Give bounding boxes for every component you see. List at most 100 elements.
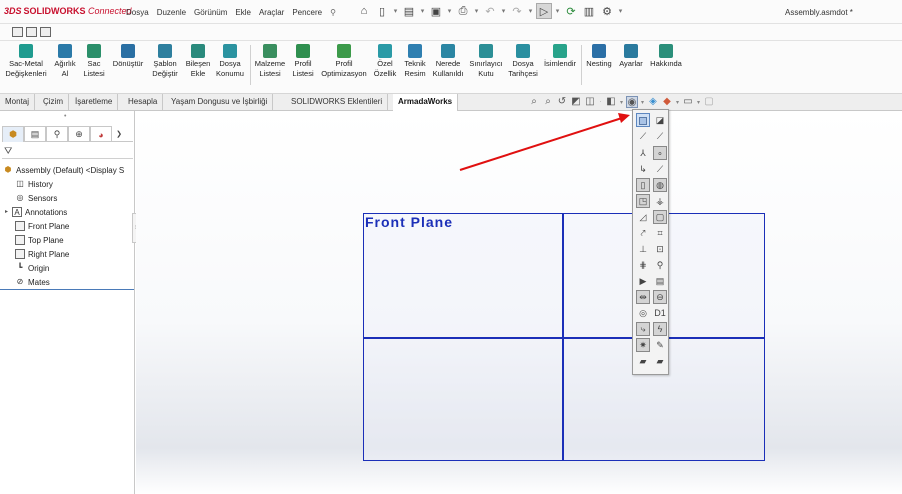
menu-dosya[interactable]: Dosya [126,8,149,17]
view-grid-icon[interactable]: ⊡ [653,242,667,256]
view-sketch-relations-icon[interactable]: ⌗ [653,226,667,240]
view-weld-beads-icon[interactable]: ◎ [636,306,650,320]
options-gear-icon[interactable]: ⚙ [599,3,615,19]
view-origins-icon[interactable]: ⅄ [636,146,650,160]
tab-solidworks-eklentileri[interactable]: SOLIDWORKS Eklentileri [286,94,389,111]
section-view-icon[interactable]: ◩ [570,96,582,108]
view-axes-icon[interactable]: ⟋ [636,129,650,143]
tree-item-mates[interactable]: ⊘ Mates [3,275,134,289]
view-orientation-dropdown-icon[interactable]: ▾ [619,99,624,106]
open-folder-icon[interactable]: ▤ [401,3,417,19]
file-history-button[interactable]: Dosya Tarihçesi [506,44,540,78]
configuration-manager-tab-icon[interactable]: ⚲ [46,126,68,142]
display-manager-tab-icon[interactable]: ◕ [90,126,112,142]
menu-ekle[interactable]: Ekle [235,8,251,17]
view-sketch-dimensions-icon[interactable]: ⤤ [636,226,650,240]
print-icon[interactable]: ⎙ [455,3,471,19]
rename-button[interactable]: İsimlendir [541,44,579,69]
view-folders-icon[interactable]: ▰ [636,354,650,368]
tab-cizim[interactable]: Çizim [38,94,69,111]
home-icon[interactable]: ⌂ [356,3,372,19]
tab-isaretleme[interactable]: İşaretleme [70,94,119,111]
save-icon[interactable]: ▣ [428,3,444,19]
view-settings-icon[interactable]: ▢ [703,96,715,108]
view-coordinate-systems-icon[interactable]: ↳ [636,162,650,176]
menu-pencere[interactable]: Pencere [292,8,322,17]
redo-icon[interactable]: ↷ [509,3,525,19]
tree-item-sensors[interactable]: ◎ Sensors [3,191,134,205]
view-lightning-icon[interactable]: ϟ [653,322,667,336]
zoom-to-fit-icon[interactable]: ⌕ [528,96,540,108]
dimxpert-tab-icon[interactable]: ⊕ [68,126,90,142]
previous-view-icon[interactable]: ↺ [556,96,568,108]
print-dropdown-icon[interactable]: ▾ [473,3,480,19]
view-sketch-relations-2-icon[interactable]: ⊥ [636,242,650,256]
sheet-list-button[interactable]: Sac Listesi [82,44,106,78]
tree-item-front-plane[interactable]: Front Plane [3,219,134,233]
view-light-bulb-icon[interactable]: ⚲ [653,258,667,272]
tree-item-origin[interactable]: ┗ Origin [3,261,134,275]
view-curves-icon[interactable]: ⟋ [653,162,667,176]
new-document-icon[interactable]: ▯ [374,3,390,19]
view-points-icon[interactable]: ∘ [653,146,667,160]
view-temporary-axes-icon[interactable]: ⟋ [653,129,667,143]
tree-item-annotations[interactable]: ▸ A Annotations [3,205,134,219]
scene-icon[interactable]: ▭ [682,96,694,108]
change-template-button[interactable]: Şablon Değiştir [150,44,180,78]
view-orientation-icon[interactable]: ◧ [605,96,617,108]
dynamic-annotation-icon[interactable]: ◫ [584,96,596,108]
menu-araclar[interactable]: Araçlar [259,8,284,17]
view-routing-points-icon[interactable]: ⇹ [636,290,650,304]
view-sketch-planes-icon[interactable]: ▢ [653,210,667,224]
tree-item-history[interactable]: ◫ History [3,177,134,191]
view-folders-2-icon[interactable]: ▰ [653,354,667,368]
view-sketch-text-icon[interactable]: ⤷ [636,322,650,336]
zoom-to-area-icon[interactable]: ⌕ [542,96,554,108]
tab-montaj[interactable]: Montaj [0,94,36,111]
convert-button[interactable]: Dönüştür [110,44,146,69]
view-surfaces-icon[interactable]: ◪ [653,113,667,127]
view-lights-icon[interactable]: ⋕ [636,258,650,272]
view-features-icon[interactable]: ✷ [636,338,650,352]
bounding-box-button[interactable]: Sınırlayıcı Kutu [468,44,504,78]
redo-dropdown-icon[interactable]: ▾ [527,3,534,19]
view-planes-icon[interactable] [636,113,650,127]
view-decals-icon[interactable]: ▤ [653,274,667,288]
where-used-button[interactable]: Nerede Kullanıldı [430,44,466,78]
nesting-button[interactable]: Nesting [584,44,614,69]
scene-dropdown-icon[interactable]: ▾ [696,99,701,106]
settings-button[interactable]: Ayarlar [617,44,645,69]
undo-icon[interactable]: ↶ [482,3,498,19]
options-dropdown-icon[interactable]: ▾ [617,3,624,19]
expand-arrow-icon[interactable]: ▸ [5,206,12,219]
tab-armadaworks[interactable]: ArmadaWorks [393,94,459,112]
tree-root[interactable]: ⬢ Assembly (Default) <Display S [3,163,134,177]
undo-dropdown-icon[interactable]: ▾ [500,3,507,19]
sheet-metal-variables-button[interactable]: Sac-Metal Değişkenleri [4,44,48,78]
view-mates-icon[interactable]: ⊖ [653,290,667,304]
add-component-button[interactable]: Bileşen Ekle [184,44,212,78]
quick-layers-icon[interactable] [40,27,51,37]
menu-duzenle[interactable]: Duzenle [157,8,186,17]
feature-manager-tab-icon[interactable]: ⬢ [2,126,24,142]
view-3d-sketch-icon[interactable]: ◍ [653,178,667,192]
profile-list-button[interactable]: Profil Listesi [290,44,316,78]
open-dropdown-icon[interactable]: ▾ [419,3,426,19]
view-annotations-icon[interactable]: ⚶ [653,194,667,208]
new-dropdown-icon[interactable]: ▾ [392,3,399,19]
appearance-dropdown-icon[interactable]: ▾ [675,99,680,106]
hide-show-items-icon[interactable]: ◉ [626,96,638,108]
bom-button[interactable]: Malzeme Listesi [253,44,287,78]
tab-hesapla[interactable]: Hesapla [123,94,164,111]
tree-item-top-plane[interactable]: Top Plane [3,233,134,247]
panel-tabs-more-icon[interactable]: ❯ [112,126,126,142]
save-dropdown-icon[interactable]: ▾ [446,3,453,19]
panel-grip-icon[interactable]: • [64,113,66,120]
quick-doc-icon[interactable] [12,27,23,37]
custom-property-button[interactable]: Özel Özellik [372,44,398,78]
technical-drawing-button[interactable]: Teknik Resim [402,44,428,78]
file-location-button[interactable]: Dosya Konumu [214,44,246,78]
property-manager-tab-icon[interactable]: ▤ [24,126,46,142]
view-cameras-icon[interactable]: ▶ [636,274,650,288]
view-parting-lines-icon[interactable]: ▯ [636,178,650,192]
